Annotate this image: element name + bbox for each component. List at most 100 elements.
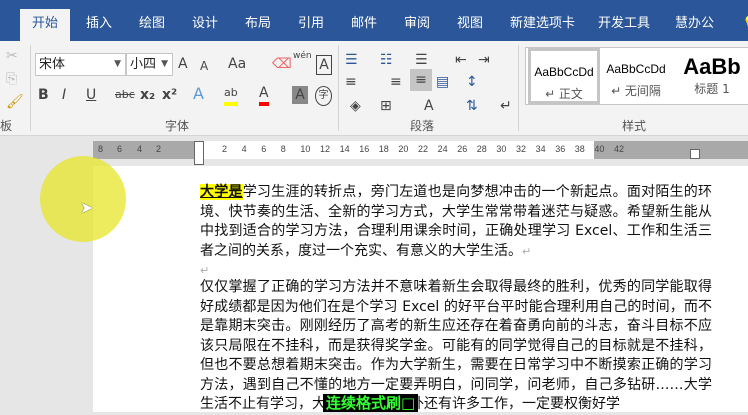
ruler-tick: 6 [117, 144, 123, 154]
align-right-icon[interactable]: ≡ [390, 73, 402, 91]
ruler-tick: 2 [222, 144, 228, 154]
multilevel-list-icon[interactable]: ☰ [415, 51, 428, 69]
copy-icon[interactable]: ⎘ [6, 70, 17, 88]
tab-developer[interactable]: 开发工具 [586, 9, 662, 41]
paragraph-mark: ↵ [522, 244, 532, 258]
tab-view[interactable]: 视图 [445, 9, 495, 41]
format-painter-icon[interactable]: 🖌 [6, 93, 24, 111]
change-case-button[interactable]: Aa [228, 55, 246, 73]
ruler-tick: 16 [359, 144, 370, 154]
increase-indent-icon[interactable]: ⇥ [478, 51, 490, 69]
ruler-tick: 40 [594, 144, 605, 154]
font-color-button[interactable]: A [259, 84, 269, 106]
style-heading-1[interactable]: AaBb 标题 1 [672, 48, 748, 104]
ribbon-tab-bar: 开始 插入 绘图 设计 布局 引用 邮件 审阅 视图 新建选项卡 开发工具 慧办… [0, 0, 748, 41]
ruler-tick: 18 [378, 144, 389, 154]
tab-insert[interactable]: 插入 [74, 9, 124, 41]
ruler-tick: 10 [300, 144, 311, 154]
underline-button[interactable]: U [86, 86, 96, 104]
tab-huibangong[interactable]: 慧办公 [663, 9, 726, 41]
align-left-icon[interactable]: ≡ [345, 73, 357, 91]
sort-icon[interactable]: ⇅ [466, 97, 478, 115]
horizontal-ruler[interactable]: 8 6 4 2 2 4 6 8 10 12 14 16 18 20 22 24 26 28 30 32 34 36… [93, 141, 748, 165]
tab-layout[interactable]: 布局 [233, 9, 283, 41]
justify-icon[interactable]: ≡ [410, 69, 432, 91]
format-painter-tooltip: 连续格式刷□ [323, 394, 419, 412]
font-size-combo[interactable]: 小四 ▼ [126, 53, 173, 76]
tab-references[interactable]: 引用 [286, 9, 336, 41]
ruler-tick: 22 [418, 144, 429, 154]
tab-review[interactable]: 审阅 [392, 9, 442, 41]
tab-design[interactable]: 设计 [180, 9, 230, 41]
char-border-button[interactable]: A [316, 55, 332, 75]
paragraph-group-label: 段落 [410, 119, 435, 133]
paragraph-2[interactable]: 仅仅掌握了正确的学习方法并不意味着新生会取得最终的胜利，优秀的同学能取得好成绩都… [200, 278, 712, 415]
ruler-tick: 34 [535, 144, 546, 154]
font-name-value: 宋体 [39, 57, 66, 72]
paragraph-text: 仅仅掌握了正确的学习方法并不意味着新生会取得最终的胜利，优秀的同学能取得好成绩都… [200, 279, 712, 412]
clipboard-group-label: 板 [0, 119, 13, 133]
ruler-tick: 20 [398, 144, 409, 154]
text-effects-button[interactable]: A [193, 85, 204, 103]
subscript-button[interactable]: x₂ [140, 86, 155, 104]
style-sample: AaBbCcDd [606, 62, 666, 76]
mouse-pointer-icon: ➤ [80, 198, 94, 217]
ruler-tick: 8 [280, 144, 286, 154]
ruler-tick: 4 [137, 144, 143, 154]
style-name: ↵ 无间隔 [611, 84, 661, 98]
italic-button[interactable]: I [62, 86, 66, 104]
bold-button[interactable]: B [38, 86, 49, 104]
ruler-tick: 4 [241, 144, 247, 154]
ruler-tick: 30 [496, 144, 507, 154]
style-sample: AaBb [683, 54, 741, 79]
highlight-button[interactable]: ab [224, 84, 238, 106]
styles-group-label: 样式 [622, 119, 647, 133]
highlighted-text: 大学是 [200, 184, 243, 200]
enclose-chars-button[interactable]: 字 [315, 86, 332, 106]
ruler-tick: 42 [614, 144, 625, 154]
line-spacing-icon[interactable]: ↕ [466, 73, 478, 91]
ruler-tick: 2 [156, 144, 162, 154]
clear-format-icon[interactable]: ⌫ [272, 55, 292, 73]
font-group-label: 字体 [165, 119, 190, 133]
lightbulb-icon[interactable]: 💡 [730, 9, 748, 41]
borders-icon[interactable]: ⊞ [380, 97, 392, 115]
show-marks-icon[interactable]: ↵ [500, 97, 512, 115]
ruler-tick: 38 [574, 144, 585, 154]
paragraph-mark: ↵ [200, 264, 210, 277]
ruler-tick: 26 [457, 144, 468, 154]
indent-marker[interactable] [194, 141, 204, 165]
phonetic-guide-button[interactable]: wén [293, 51, 312, 61]
style-normal[interactable]: AaBbCcDd ↵ 正文 [528, 48, 600, 104]
ruler-tick: 24 [437, 144, 448, 154]
ruler-tick: 36 [555, 144, 566, 154]
distributed-icon[interactable]: ▤ [436, 73, 449, 91]
char-shading-button[interactable]: A [292, 86, 308, 104]
paragraph-1[interactable]: 大学是学习生涯的转折点，旁门左道也是向梦想冲击的一个新起点。面对陌生的环境、快节… [200, 183, 712, 261]
cut-icon[interactable]: ✂ [6, 47, 18, 65]
ribbon: ✂ ⎘ 🖌 板 宋体 ▼ 小四 ▼ A A Aa ⌫ wén A B I U abc… [0, 41, 748, 136]
styles-gallery: AaBbCcDd ↵ 正文 AaBbCcDd ↵ 无间隔 AaBb 标题 1 [525, 47, 748, 105]
ruler-tick: 32 [516, 144, 527, 154]
superscript-button[interactable]: x² [162, 86, 177, 104]
strikethrough-button[interactable]: abc [115, 86, 135, 104]
grow-font-button[interactable]: A [178, 55, 188, 73]
bullets-icon[interactable]: ☰ [345, 51, 358, 69]
font-size-value: 小四 [130, 57, 157, 72]
numbering-icon[interactable]: ☷ [380, 51, 393, 69]
style-name: ↵ 正文 [545, 87, 583, 101]
tab-new[interactable]: 新建选项卡 [498, 9, 587, 41]
right-indent-marker[interactable] [690, 149, 700, 159]
shrink-font-button[interactable]: A [200, 57, 208, 75]
paragraph-text: 学习生涯的转折点，旁门左道也是向梦想冲击的一个新起点。面对陌生的环境、快节奏的生… [200, 184, 712, 259]
tab-home[interactable]: 开始 [20, 9, 71, 41]
shading-icon[interactable]: ◈ [350, 97, 361, 115]
tab-draw[interactable]: 绘图 [127, 9, 177, 41]
ruler-tick: 14 [339, 144, 350, 154]
ruler-tick: 6 [261, 144, 267, 154]
decrease-indent-icon[interactable]: ⇤ [455, 51, 467, 69]
tab-mailings[interactable]: 邮件 [339, 9, 389, 41]
asian-layout-icon[interactable]: A [424, 97, 434, 115]
style-no-spacing[interactable]: AaBbCcDd ↵ 无间隔 [600, 48, 672, 104]
font-name-combo[interactable]: 宋体 ▼ [35, 53, 126, 76]
